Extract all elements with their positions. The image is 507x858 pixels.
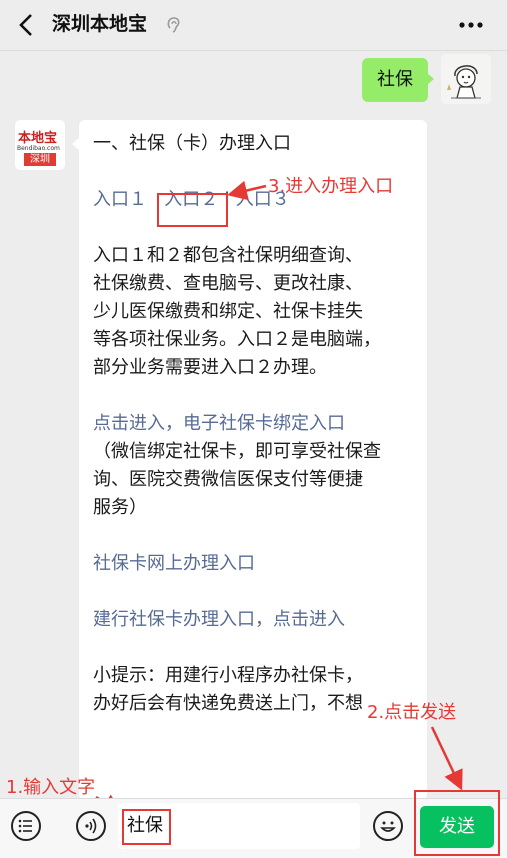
- chat-header: 深圳本地宝: [0, 0, 507, 50]
- section-heading: 一、社保（卡）办理入口: [93, 133, 291, 154]
- ecard-note-line: 询、医院交费微信医保支付等便捷: [93, 469, 363, 490]
- bot-logo-text: 本地宝: [18, 131, 58, 146]
- message-input[interactable]: 社保: [118, 803, 360, 849]
- annotation-step-1: 1.输入文字: [6, 777, 96, 798]
- ccb-apply-link[interactable]: 建行社保卡办理入口，点击进入: [93, 606, 423, 634]
- user-avatar[interactable]: [441, 54, 491, 104]
- ecard-note-line: （微信绑定社保卡，即可享受社保查: [93, 441, 381, 462]
- entry-2-highlight-box: [157, 193, 228, 227]
- smiley-icon: [380, 821, 396, 832]
- annotation-step-3: 3.进入办理入口: [268, 176, 394, 197]
- annotation-step-2: 2.点击发送: [367, 702, 457, 723]
- bot-avatar[interactable]: 本地宝 Bendibao.com 深圳: [15, 120, 65, 170]
- desc-line: 入口１和２都包含社保明细查询、: [93, 245, 363, 266]
- entry-1-link[interactable]: 入口１: [93, 189, 147, 210]
- incoming-bubble-tail: [72, 138, 79, 150]
- cartoon-avatar-icon: [441, 54, 491, 104]
- input-highlight-box: [122, 809, 171, 845]
- desc-line: 部分业务需要进入口２办理。: [93, 357, 327, 378]
- muted-ear-icon: [167, 17, 180, 33]
- bot-city-tag: 深圳: [24, 153, 56, 166]
- outgoing-bubble-tail: [427, 73, 434, 85]
- header-divider: [0, 50, 507, 51]
- ecard-binding-link[interactable]: 点击进入，电子社保卡绑定入口: [93, 410, 423, 438]
- emoji-button[interactable]: [373, 811, 403, 841]
- tip-line: 小提示：用建行小程序办社保卡，: [93, 665, 363, 686]
- outgoing-message[interactable]: 社保: [362, 58, 428, 102]
- arrow-step-2: [430, 726, 463, 791]
- incoming-message: 一、社保（卡）办理入口 入口１ 入口２ | 入口３ 入口１和２都包含社保明细查询…: [79, 120, 427, 800]
- ecard-note-line: 服务）: [93, 497, 147, 518]
- message-body: 一、社保（卡）办理入口 入口１ 入口２ | 入口３ 入口１和２都包含社保明细查询…: [93, 130, 423, 718]
- chat-title: 深圳本地宝: [52, 13, 148, 35]
- desc-line: 少儿医保缴费和绑定、社保卡挂失: [93, 301, 363, 322]
- bot-site-text: Bendibao.com: [17, 145, 60, 152]
- menu-list-icon: [18, 819, 32, 833]
- menu-button[interactable]: [11, 811, 41, 841]
- desc-line: 社保缴费、查电脑号、更改社康、: [93, 273, 363, 294]
- voice-wave-icon: [85, 818, 97, 834]
- online-apply-link[interactable]: 社保卡网上办理入口: [93, 550, 423, 578]
- chat-input-bar: 社保 发送: [0, 790, 507, 858]
- desc-line: 等各项社保业务。入口２是电脑端，: [93, 329, 381, 350]
- more-options-icon[interactable]: [458, 16, 484, 34]
- back-arrow-icon[interactable]: [14, 10, 38, 40]
- send-button[interactable]: 发送: [420, 806, 494, 848]
- voice-input-button[interactable]: [76, 811, 106, 841]
